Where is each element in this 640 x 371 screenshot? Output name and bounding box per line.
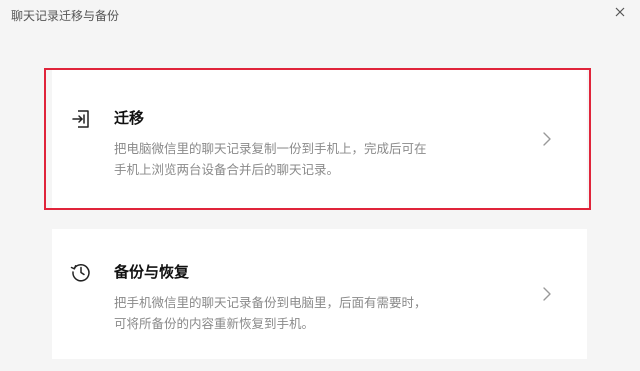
history-icon — [70, 261, 92, 283]
chevron-right-icon — [541, 285, 553, 303]
migrate-description-line-2: 手机上浏览两台设备合并后的聊天记录。 — [114, 162, 340, 177]
backup-restore-description-line-2: 可将所备份的内容重新恢复到手机。 — [114, 316, 315, 331]
close-button[interactable] — [610, 2, 630, 22]
migrate-description: 把电脑微信里的聊天记录复制一份到手机上，完成后可在 手机上浏览两台设备合并后的聊… — [114, 138, 494, 180]
backup-restore-description-line-1: 把手机微信里的聊天记录备份到电脑里，后面有需要时， — [114, 295, 427, 310]
migrate-icon — [70, 108, 92, 130]
close-icon — [610, 2, 630, 22]
migrate-description-line-1: 把电脑微信里的聊天记录复制一份到手机上，完成后可在 — [114, 141, 427, 156]
migrate-title: 迁移 — [114, 109, 145, 127]
backup-restore-description: 把手机微信里的聊天记录备份到电脑里，后面有需要时， 可将所备份的内容重新恢复到手… — [114, 292, 494, 334]
chevron-right-icon — [541, 130, 553, 148]
backup-restore-title: 备份与恢复 — [114, 263, 190, 281]
window-title: 聊天记录迁移与备份 — [11, 9, 120, 23]
migrate-option-card[interactable]: 迁移 把电脑微信里的聊天记录复制一份到手机上，完成后可在 手机上浏览两台设备合并… — [52, 70, 587, 208]
backup-restore-option-card[interactable]: 备份与恢复 把手机微信里的聊天记录备份到电脑里，后面有需要时， 可将所备份的内容… — [52, 229, 587, 359]
